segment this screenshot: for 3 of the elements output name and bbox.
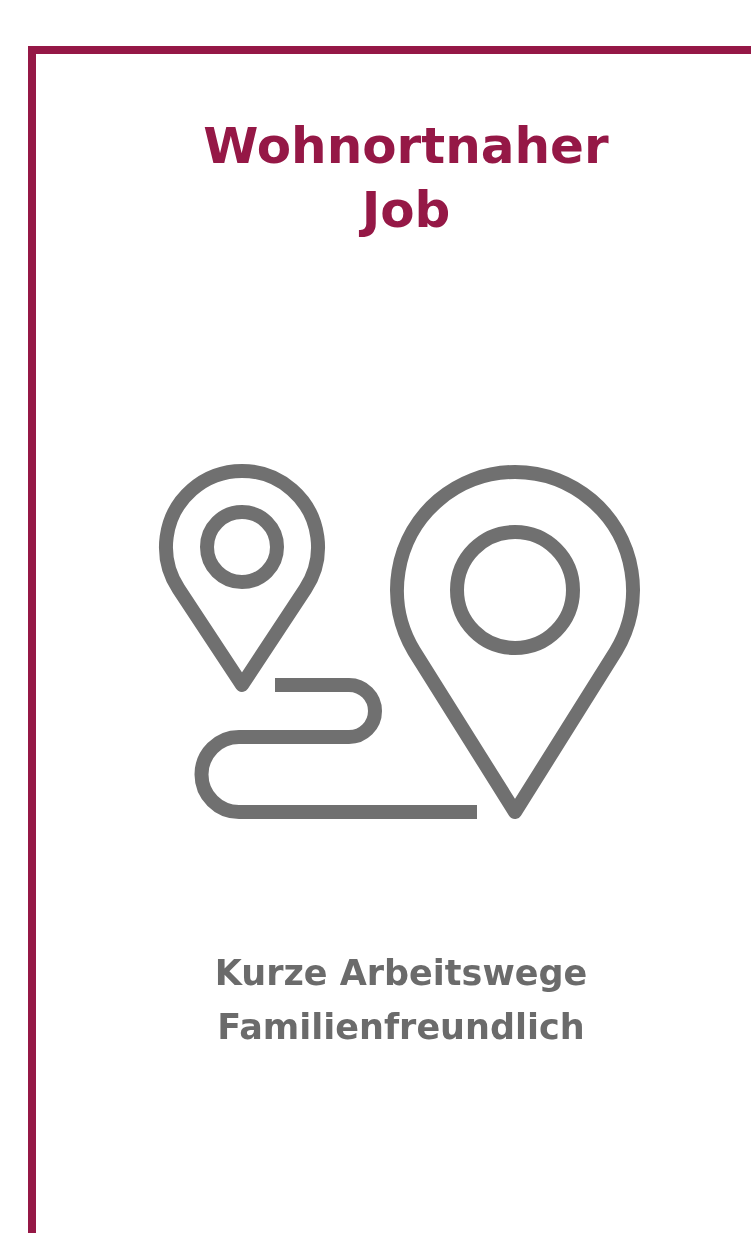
- card-title: Wohnortnaher Job: [202, 116, 610, 241]
- benefit-text: Kurze Arbeitswege: [214, 952, 588, 995]
- benefit-text: Familienfreundlich: [217, 1006, 585, 1049]
